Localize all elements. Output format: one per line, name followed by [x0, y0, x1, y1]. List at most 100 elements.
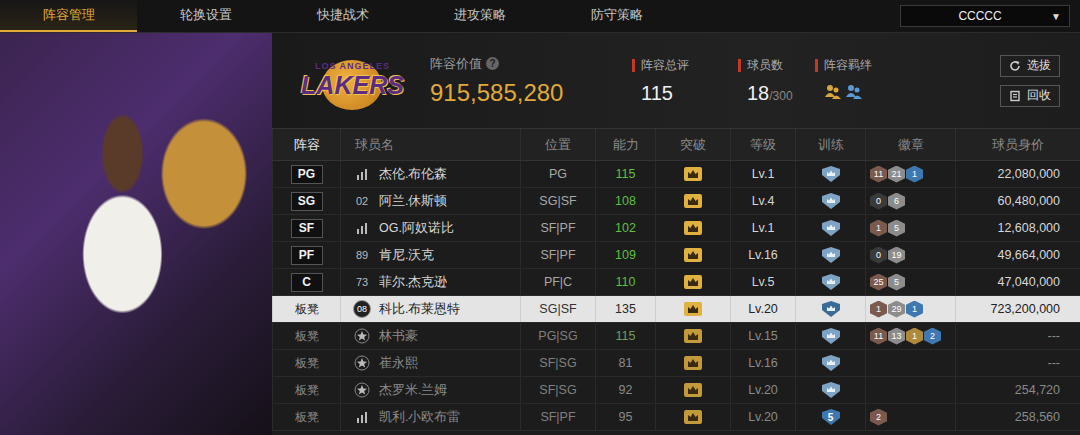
slot-label: 板凳 [295, 382, 319, 399]
star-icon [354, 328, 370, 344]
player-row[interactable]: SFOG.阿奴诺比SF|PF102Lv.11512,608,000 [272, 215, 1080, 242]
column-header[interactable]: 能力 [595, 129, 655, 160]
column-header[interactable]: 徽章 [865, 129, 955, 160]
slot-badge: C [291, 273, 323, 292]
column-header[interactable]: 阵容 [272, 129, 340, 160]
nav-tab[interactable]: 阵容管理 [0, 0, 137, 32]
badge-count[interactable]: 0 [870, 193, 887, 210]
training-icon[interactable]: 5 [820, 408, 842, 426]
column-header[interactable]: 训练 [795, 129, 865, 160]
player-row[interactable]: SG02阿兰.休斯顿SG|SF108Lv.40660,480,000 [272, 188, 1080, 215]
stat: 阵容羁绊 [815, 57, 905, 105]
roster-value: 阵容价值?915,585,280 [430, 55, 615, 107]
nav-tab[interactable]: 防守策略 [548, 0, 685, 32]
column-header[interactable]: 位置 [520, 129, 595, 160]
column-header[interactable]: 球员名 [340, 129, 520, 160]
crown-icon[interactable] [684, 383, 702, 397]
badges-cell [865, 350, 955, 376]
level-cell: Lv.20 [730, 296, 795, 322]
stats: 阵容总评115球员数18/300阵容羁绊 [632, 33, 905, 105]
badge-count[interactable]: 5 [888, 220, 905, 237]
badge-count[interactable]: 19 [888, 247, 905, 264]
training-cell [795, 161, 865, 187]
badge-count[interactable]: 11 [870, 166, 887, 183]
badge-count[interactable]: 0 [870, 247, 887, 264]
training-icon[interactable] [820, 165, 842, 183]
player-row[interactable]: 板凳崔永熙SF|SG81Lv.16--- [272, 350, 1080, 377]
badges-cell: 1291 [865, 296, 955, 322]
badge-count[interactable]: 1 [906, 301, 923, 318]
crown-icon[interactable] [684, 167, 702, 181]
badge-count[interactable]: 25 [870, 274, 887, 291]
ability-cell: 95 [595, 404, 655, 430]
help-icon[interactable]: ? [486, 57, 499, 70]
crown-icon[interactable] [684, 410, 702, 424]
action-button[interactable]: 回收 [1000, 85, 1060, 107]
crown-icon[interactable] [684, 275, 702, 289]
crown-icon[interactable] [684, 248, 702, 262]
training-icon[interactable] [820, 381, 842, 399]
player-row[interactable]: 板凳杰罗米.兰姆SF|SG92Lv.20254,720 [272, 377, 1080, 404]
badge-count[interactable]: 21 [888, 166, 905, 183]
player-row[interactable]: 板凳凯利.小欧布雷SF|PF95Lv.2052258,560 [272, 404, 1080, 431]
badge-count[interactable]: 2 [870, 409, 887, 426]
player-row[interactable]: 板凳08科比.布莱恩特SG|SF135Lv.201291723,200,000 [272, 296, 1080, 323]
breakthrough-cell [655, 404, 730, 430]
crown-icon[interactable] [684, 302, 702, 316]
slot-badge: SG [291, 192, 323, 211]
team-dropdown-value: CCCCC [909, 9, 1051, 23]
team-dropdown[interactable]: CCCCC▼ [900, 5, 1070, 27]
bond-icon[interactable] [845, 84, 863, 100]
ability-cell: 109 [595, 242, 655, 268]
column-header[interactable]: 球员身价 [955, 129, 1080, 160]
training-icon[interactable] [820, 300, 842, 318]
crown-icon[interactable] [684, 221, 702, 235]
nav-tab[interactable]: 快捷战术 [274, 0, 411, 32]
nav-tab[interactable]: 进攻策略 [411, 0, 548, 32]
column-header[interactable]: 等级 [730, 129, 795, 160]
badge-count[interactable]: 1 [870, 220, 887, 237]
position-cell: SG|SF [520, 296, 595, 322]
badge-count[interactable]: 1 [906, 166, 923, 183]
column-header[interactable]: 突破 [655, 129, 730, 160]
roster-value-amount: 915,585,280 [430, 79, 615, 107]
slot-badge: PF [291, 246, 323, 265]
player-name: 科比.布莱恩特 [379, 301, 460, 318]
player-row[interactable]: 板凳林书豪PG|SG115Lv.15111312--- [272, 323, 1080, 350]
badge-count[interactable]: 29 [888, 301, 905, 318]
crown-icon[interactable] [684, 194, 702, 208]
training-icon[interactable] [820, 327, 842, 345]
training-icon[interactable] [820, 273, 842, 291]
position-cell: SF|PF [520, 242, 595, 268]
player-name: 杰罗米.兰姆 [379, 382, 447, 399]
badge-count[interactable]: 2 [924, 328, 941, 345]
bond-icons [815, 84, 905, 100]
crown-icon[interactable] [684, 356, 702, 370]
breakthrough-cell [655, 188, 730, 214]
badges-cell: 2 [865, 404, 955, 430]
bond-icon[interactable] [824, 84, 842, 100]
badge-count[interactable]: 5 [888, 274, 905, 291]
badge-count[interactable]: 13 [888, 328, 905, 345]
player-row[interactable]: PG杰伦.布伦森PG115Lv.11121122,080,000 [272, 161, 1080, 188]
training-icon[interactable] [820, 246, 842, 264]
slot-badge: PG [291, 165, 323, 184]
training-icon[interactable] [820, 219, 842, 237]
badge-count[interactable]: 11 [870, 328, 887, 345]
slot-cell: SF [272, 215, 340, 241]
slot-badge: SF [291, 219, 323, 238]
action-button[interactable]: 选拔 [1000, 55, 1060, 77]
training-icon[interactable] [820, 192, 842, 210]
badge-count[interactable]: 6 [888, 193, 905, 210]
nav-tab[interactable]: 轮换设置 [137, 0, 274, 32]
badges-cell: 255 [865, 269, 955, 295]
badge-count[interactable]: 1 [870, 301, 887, 318]
badge-count[interactable]: 1 [906, 328, 923, 345]
training-icon[interactable] [820, 354, 842, 372]
jersey-number: 08 [353, 300, 371, 318]
crown-icon[interactable] [684, 329, 702, 343]
player-row[interactable]: PF89肯尼.沃克SF|PF109Lv.1601949,664,000 [272, 242, 1080, 269]
training-cell [795, 215, 865, 241]
player-photo [0, 33, 272, 435]
player-row[interactable]: C73菲尔.杰克逊PF|C110Lv.525547,040,000 [272, 269, 1080, 296]
